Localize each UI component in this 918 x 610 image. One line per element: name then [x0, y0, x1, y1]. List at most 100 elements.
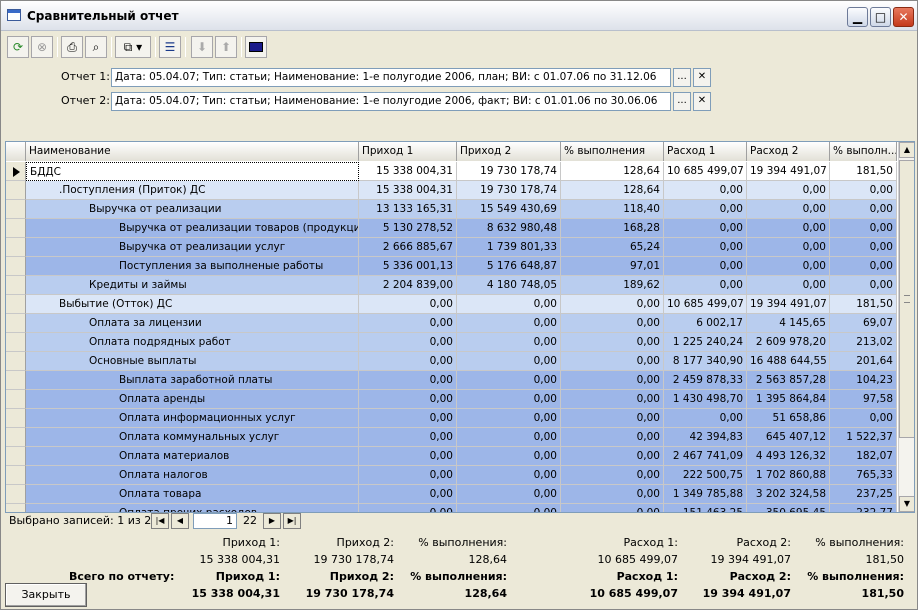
table-row[interactable]: Поступления за выполненые работы 5 336 00… — [6, 257, 897, 276]
move-down-icon[interactable]: ⬇ — [191, 36, 213, 58]
row-indicator[interactable] — [6, 428, 26, 447]
table-row[interactable]: Оплата налогов 0,00 0,00 0,00 222 500,75 1 70… — [6, 466, 897, 485]
row-value: 181,50 — [830, 162, 897, 181]
row-value: 8 632 980,48 — [457, 219, 561, 238]
report2-field[interactable]: Дата: 05.04.07; Тип: статьи; Наименовани… — [111, 92, 671, 111]
row-indicator[interactable] — [6, 219, 26, 238]
table-row[interactable]: Выручка от реализации услуг 2 666 885,67 1… — [6, 238, 897, 257]
row-value: 1 522,37 — [830, 428, 897, 447]
report2-clear-button[interactable]: ✕ — [693, 92, 711, 111]
row-name: Выплата заработной платы — [26, 371, 359, 390]
row-indicator[interactable] — [6, 181, 26, 200]
row-name: Выручка от реализации товаров (продукции… — [26, 219, 359, 238]
row-value: 1 225 240,24 — [664, 333, 747, 352]
table-row[interactable]: Оплата материалов 0,00 0,00 0,00 2 467 741,0… — [6, 447, 897, 466]
close-window-button[interactable]: ✕ — [893, 7, 914, 27]
column-header[interactable]: Расход 2 — [747, 142, 830, 161]
row-indicator[interactable] — [6, 409, 26, 428]
row-value: 0,00 — [457, 390, 561, 409]
column-header[interactable]: Наименование — [26, 142, 359, 161]
table-row[interactable]: Выбытие (Отток) ДС 0,00 0,00 0,00 10 685 499… — [6, 295, 897, 314]
record-number-input[interactable]: 1 — [193, 513, 237, 529]
maximize-button[interactable]: □ — [870, 7, 891, 27]
minimize-button[interactable]: ▁ — [847, 7, 868, 27]
row-value: 65,24 — [561, 238, 664, 257]
cancel-icon[interactable]: ⊗ — [31, 36, 53, 58]
row-indicator[interactable] — [6, 276, 26, 295]
row-indicator[interactable] — [6, 371, 26, 390]
row-indicator[interactable] — [6, 352, 26, 371]
scroll-down-icon[interactable]: ▼ — [899, 496, 914, 512]
report1-clear-button[interactable]: ✕ — [693, 68, 711, 87]
column-header[interactable]: Приход 1 — [359, 142, 457, 161]
row-value: 19 730 178,74 — [457, 162, 561, 181]
close-button[interactable]: Закрыть — [5, 583, 87, 607]
refresh-icon[interactable]: ⟳ — [7, 36, 29, 58]
prev-record-icon[interactable]: ◀ — [171, 513, 189, 529]
table-row[interactable]: .Поступления (Приток) ДС 15 338 004,31 19 … — [6, 181, 897, 200]
row-indicator[interactable] — [6, 504, 26, 512]
row-indicator[interactable] — [6, 466, 26, 485]
row-pointer-icon[interactable] — [6, 162, 26, 181]
table-row[interactable]: Оплата товара 0,00 0,00 0,00 1 349 785,88 3 2… — [6, 485, 897, 504]
table-row[interactable]: Выплата заработной платы 0,00 0,00 0,00 2 45… — [6, 371, 897, 390]
table-row[interactable]: Выручка от реализации 13 133 165,31 15 549… — [6, 200, 897, 219]
column-header[interactable]: % выполн... — [830, 142, 897, 161]
table-row[interactable]: Оплата прочих расходов 0,00 0,00 0,00 151 46… — [6, 504, 897, 512]
first-record-icon[interactable]: |◀ — [151, 513, 169, 529]
row-value: 97,58 — [830, 390, 897, 409]
row-name: Оплата товара — [26, 485, 359, 504]
table-row[interactable]: Кредиты и займы 2 204 839,00 4 180 748,05 1… — [6, 276, 897, 295]
column-header[interactable]: Приход 2 — [457, 142, 561, 161]
scroll-up-icon[interactable]: ▲ — [899, 142, 914, 158]
table-row[interactable]: Основные выплаты 0,00 0,00 0,00 8 177 340,90… — [6, 352, 897, 371]
row-indicator[interactable] — [6, 314, 26, 333]
column-header[interactable]: Расход 1 — [664, 142, 747, 161]
row-value: 0,00 — [561, 333, 664, 352]
color-settings-icon[interactable] — [245, 36, 267, 58]
move-up-icon[interactable]: ⬆ — [215, 36, 237, 58]
row-value: 10 685 499,07 — [664, 162, 747, 181]
report1-field[interactable]: Дата: 05.04.07; Тип: статьи; Наименовани… — [111, 68, 671, 87]
row-value: 151 463,25 — [664, 504, 747, 512]
column-header[interactable]: % выполнения — [561, 142, 664, 161]
report1-browse-button[interactable]: ... — [673, 68, 691, 87]
row-indicator[interactable] — [6, 295, 26, 314]
sum-p1-value: 15 338 004,31 — [199, 553, 280, 566]
row-value: 15 549 430,69 — [457, 200, 561, 219]
row-indicator[interactable] — [6, 333, 26, 352]
copy-dropdown-icon[interactable]: ⧉ ▾ — [115, 36, 151, 58]
row-value: 0,00 — [359, 447, 457, 466]
row-value: 0,00 — [561, 390, 664, 409]
table-row[interactable]: Выручка от реализации товаров (продукции… — [6, 219, 897, 238]
row-indicator[interactable] — [6, 485, 26, 504]
table-row[interactable]: БДДС 15 338 004,31 19 730 178,74 128,64 10 6… — [6, 162, 897, 181]
table-row[interactable]: Оплата аренды 0,00 0,00 0,00 1 430 498,70 1 3… — [6, 390, 897, 409]
row-value: 168,28 — [561, 219, 664, 238]
row-indicator[interactable] — [6, 390, 26, 409]
print-icon[interactable]: ⎙ — [61, 36, 83, 58]
row-value: 0,00 — [747, 257, 830, 276]
table-row[interactable]: Оплата за лицензии 0,00 0,00 0,00 6 002,17 4 … — [6, 314, 897, 333]
report2-browse-button[interactable]: ... — [673, 92, 691, 111]
last-record-icon[interactable]: ▶| — [283, 513, 301, 529]
next-record-icon[interactable]: ▶ — [263, 513, 281, 529]
row-indicator[interactable] — [6, 200, 26, 219]
row-value: 1 702 860,88 — [747, 466, 830, 485]
scroll-thumb[interactable] — [899, 160, 914, 438]
row-indicator[interactable] — [6, 257, 26, 276]
print-preview-icon[interactable]: ⌕ — [85, 36, 107, 58]
row-value: 2 666 885,67 — [359, 238, 457, 257]
vertical-scrollbar[interactable]: ▲ ▼ — [898, 142, 914, 512]
tree-view-icon[interactable]: ☰ — [159, 36, 181, 58]
table-row[interactable]: Оплата информационных услуг 0,00 0,00 0,00 0… — [6, 409, 897, 428]
table-row[interactable]: Оплата подрядных работ 0,00 0,00 0,00 1 225 … — [6, 333, 897, 352]
row-value: 0,00 — [457, 447, 561, 466]
table-row[interactable]: Оплата коммунальных услуг 0,00 0,00 0,00 42 … — [6, 428, 897, 447]
row-indicator[interactable] — [6, 447, 26, 466]
window-icon — [7, 9, 21, 21]
row-indicator[interactable] — [6, 238, 26, 257]
row-value: 0,00 — [457, 352, 561, 371]
row-value: 128,64 — [561, 162, 664, 181]
row-value: 42 394,83 — [664, 428, 747, 447]
